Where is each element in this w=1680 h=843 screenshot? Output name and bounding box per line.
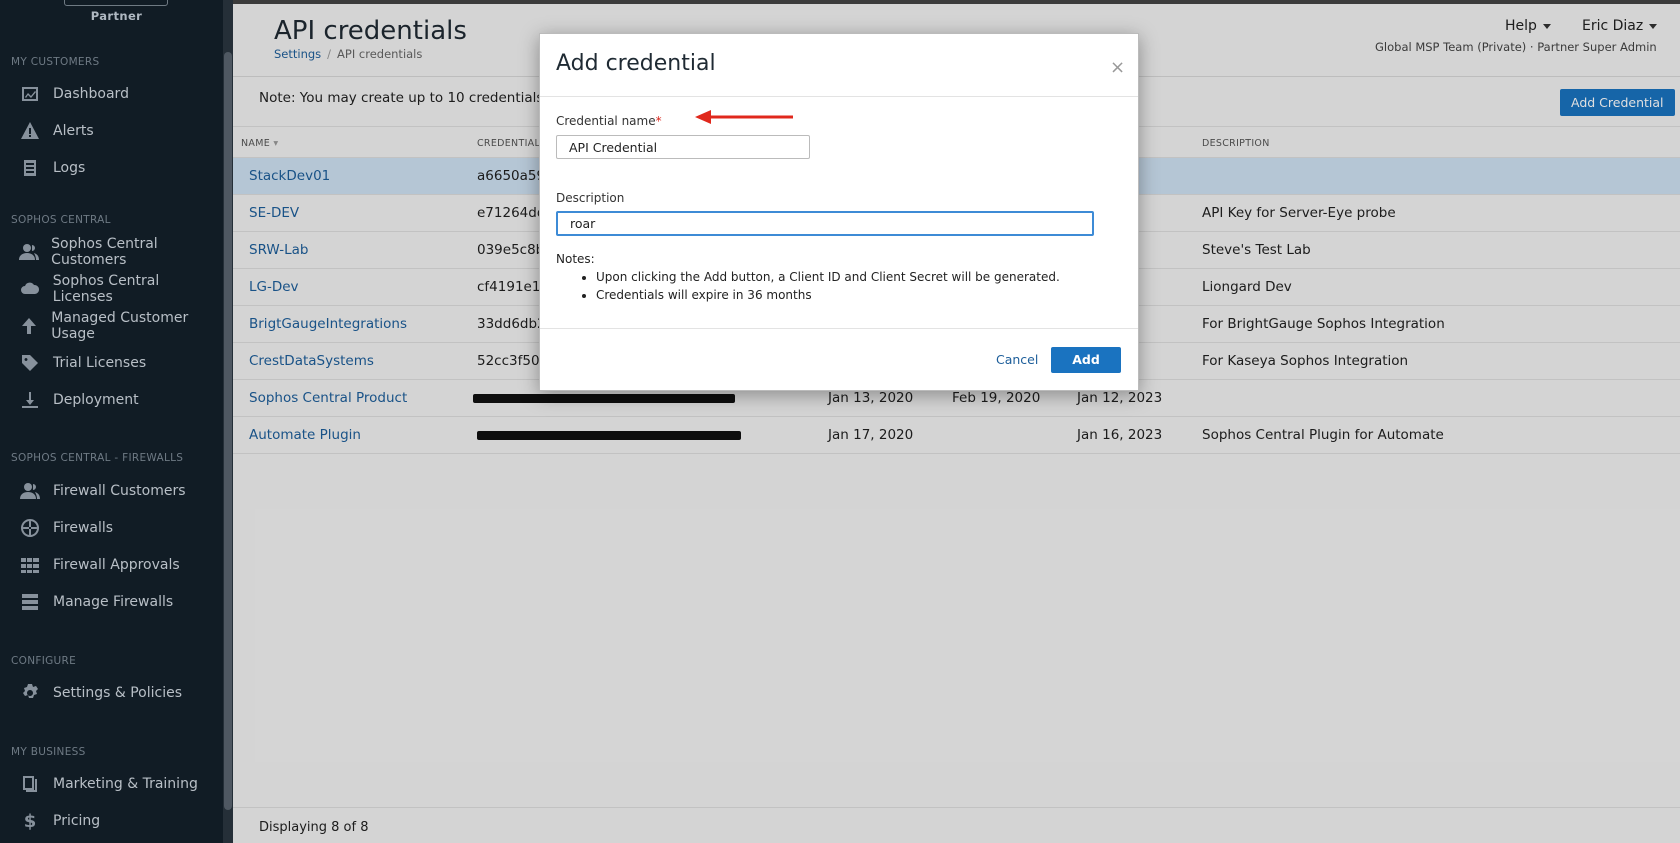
description-label: Description — [556, 191, 625, 205]
credential-name-label: Credential name* — [556, 114, 662, 128]
divider — [540, 96, 1138, 97]
note-item: Upon clicking the Add button, a Client I… — [596, 268, 1060, 286]
add-button[interactable]: Add — [1051, 347, 1121, 373]
cancel-button[interactable]: Cancel — [996, 352, 1038, 367]
credential-name-input[interactable] — [556, 135, 810, 159]
divider — [540, 328, 1138, 329]
note-item: Credentials will expire in 36 months — [596, 286, 1060, 304]
notes-title: Notes: — [556, 252, 595, 266]
close-icon[interactable]: × — [1110, 57, 1125, 78]
dialog-title: Add credential — [556, 51, 716, 76]
notes-list: Upon clicking the Add button, a Client I… — [596, 268, 1060, 304]
add-credential-dialog: Add credential × Credential name* Descri… — [539, 33, 1139, 391]
red-arrow-annotation — [695, 110, 793, 124]
required-marker: * — [655, 114, 662, 128]
description-input[interactable] — [556, 211, 1094, 236]
